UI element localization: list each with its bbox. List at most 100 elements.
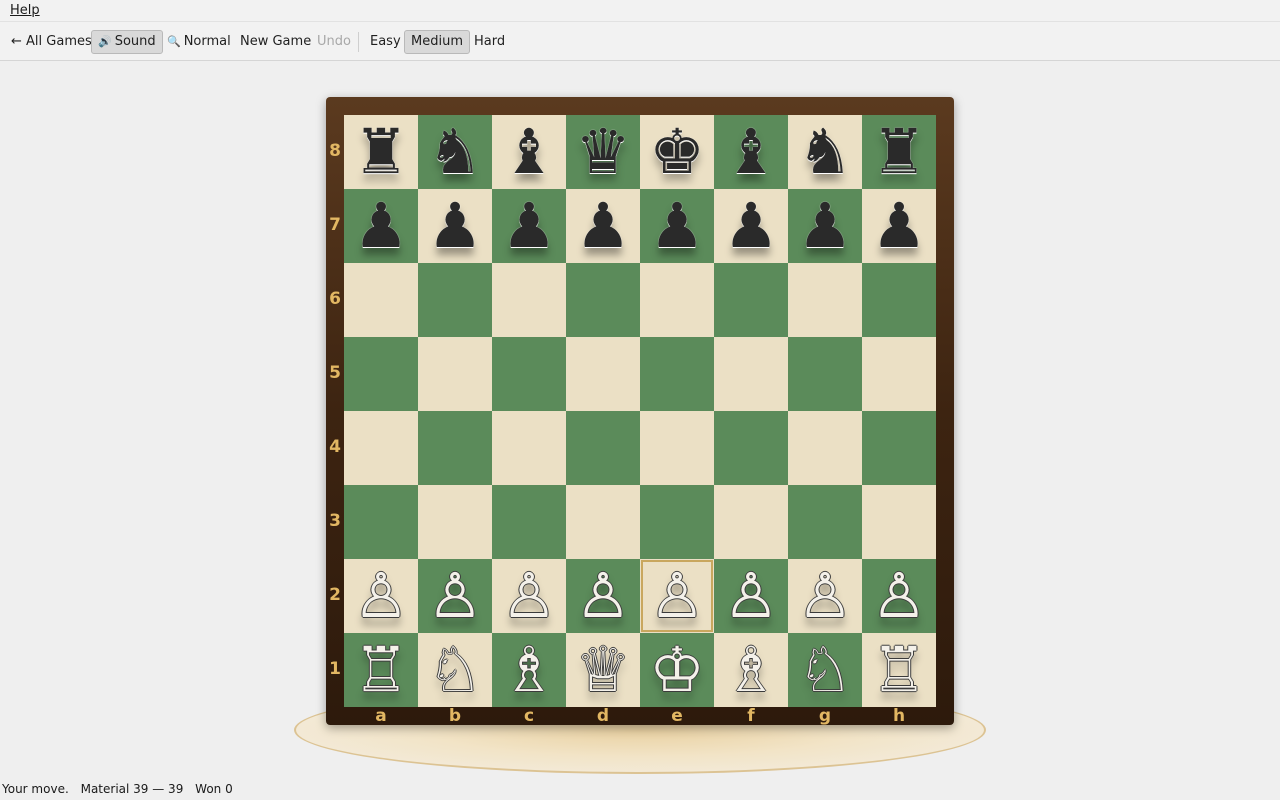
square-f6[interactable] (714, 263, 788, 337)
piece-a7[interactable]: ♟ (344, 189, 418, 263)
square-d3[interactable] (566, 485, 640, 559)
square-c6[interactable] (492, 263, 566, 337)
piece-f1[interactable]: ♗ (714, 633, 788, 707)
square-c3[interactable] (492, 485, 566, 559)
square-e5[interactable] (640, 337, 714, 411)
normal-view-button[interactable]: 🔍 Normal (160, 30, 238, 54)
square-d4[interactable] (566, 411, 640, 485)
undo-button[interactable]: Undo (310, 30, 358, 54)
square-h1[interactable]: ♖ (862, 633, 936, 707)
square-c5[interactable] (492, 337, 566, 411)
square-h5[interactable] (862, 337, 936, 411)
square-f8[interactable]: ♝ (714, 115, 788, 189)
piece-g7[interactable]: ♟ (788, 189, 862, 263)
piece-c1[interactable]: ♗ (492, 633, 566, 707)
square-d7[interactable]: ♟ (566, 189, 640, 263)
difficulty-easy-button[interactable]: Easy (363, 30, 408, 54)
square-f5[interactable] (714, 337, 788, 411)
all-games-button[interactable]: ← All Games (4, 30, 99, 54)
square-a2[interactable]: ♙ (344, 559, 418, 633)
square-c8[interactable]: ♝ (492, 115, 566, 189)
square-c2[interactable]: ♙ (492, 559, 566, 633)
piece-e2[interactable]: ♙ (640, 559, 714, 633)
piece-a1[interactable]: ♖ (344, 633, 418, 707)
square-b8[interactable]: ♞ (418, 115, 492, 189)
square-h7[interactable]: ♟ (862, 189, 936, 263)
square-e6[interactable] (640, 263, 714, 337)
square-h2[interactable]: ♙ (862, 559, 936, 633)
piece-e7[interactable]: ♟ (640, 189, 714, 263)
difficulty-hard-button[interactable]: Hard (467, 30, 512, 54)
square-a6[interactable] (344, 263, 418, 337)
square-d2[interactable]: ♙ (566, 559, 640, 633)
piece-b7[interactable]: ♟ (418, 189, 492, 263)
square-e2[interactable]: ♙ (640, 559, 714, 633)
piece-a2[interactable]: ♙ (344, 559, 418, 633)
square-a4[interactable] (344, 411, 418, 485)
square-a5[interactable] (344, 337, 418, 411)
square-a1[interactable]: ♖ (344, 633, 418, 707)
square-e7[interactable]: ♟ (640, 189, 714, 263)
square-f7[interactable]: ♟ (714, 189, 788, 263)
piece-b8[interactable]: ♞ (418, 115, 492, 189)
square-c4[interactable] (492, 411, 566, 485)
piece-f7[interactable]: ♟ (714, 189, 788, 263)
square-b3[interactable] (418, 485, 492, 559)
square-c7[interactable]: ♟ (492, 189, 566, 263)
piece-c2[interactable]: ♙ (492, 559, 566, 633)
square-g3[interactable] (788, 485, 862, 559)
square-g7[interactable]: ♟ (788, 189, 862, 263)
square-b6[interactable] (418, 263, 492, 337)
piece-h8[interactable]: ♜ (862, 115, 936, 189)
menu-help[interactable]: Help (10, 3, 40, 18)
piece-h2[interactable]: ♙ (862, 559, 936, 633)
piece-d2[interactable]: ♙ (566, 559, 640, 633)
piece-b1[interactable]: ♘ (418, 633, 492, 707)
square-d8[interactable]: ♛ (566, 115, 640, 189)
piece-d1[interactable]: ♕ (566, 633, 640, 707)
square-h6[interactable] (862, 263, 936, 337)
piece-c7[interactable]: ♟ (492, 189, 566, 263)
square-b7[interactable]: ♟ (418, 189, 492, 263)
square-g1[interactable]: ♘ (788, 633, 862, 707)
square-f2[interactable]: ♙ (714, 559, 788, 633)
piece-g2[interactable]: ♙ (788, 559, 862, 633)
piece-d7[interactable]: ♟ (566, 189, 640, 263)
square-e8[interactable]: ♚ (640, 115, 714, 189)
piece-b2[interactable]: ♙ (418, 559, 492, 633)
square-h4[interactable] (862, 411, 936, 485)
piece-e1[interactable]: ♔ (640, 633, 714, 707)
square-b2[interactable]: ♙ (418, 559, 492, 633)
square-a8[interactable]: ♜ (344, 115, 418, 189)
square-g6[interactable] (788, 263, 862, 337)
square-f1[interactable]: ♗ (714, 633, 788, 707)
square-e1[interactable]: ♔ (640, 633, 714, 707)
square-d5[interactable] (566, 337, 640, 411)
piece-d8[interactable]: ♛ (566, 115, 640, 189)
piece-g8[interactable]: ♞ (788, 115, 862, 189)
chess-board[interactable]: ♜ ♞ ♝ ♛ ♚ ♝ ♞ ♜ ♟ ♟ ♟ ♟ ♟ ♟ ♟ ♟ ♙ ♙ ♙ ♙ ♙ ♙ ♙ ♙ ♖ ♘ ♗ ♕ ♔ ♗ ♘ ♖ (344, 115, 936, 707)
square-b1[interactable]: ♘ (418, 633, 492, 707)
piece-a8[interactable]: ♜ (344, 115, 418, 189)
difficulty-medium-button[interactable]: Medium (404, 30, 470, 54)
square-a3[interactable] (344, 485, 418, 559)
square-b4[interactable] (418, 411, 492, 485)
piece-f2[interactable]: ♙ (714, 559, 788, 633)
square-g2[interactable]: ♙ (788, 559, 862, 633)
square-g8[interactable]: ♞ (788, 115, 862, 189)
square-a7[interactable]: ♟ (344, 189, 418, 263)
square-e4[interactable] (640, 411, 714, 485)
square-g5[interactable] (788, 337, 862, 411)
square-b5[interactable] (418, 337, 492, 411)
piece-e8[interactable]: ♚ (640, 115, 714, 189)
new-game-button[interactable]: New Game (233, 30, 318, 54)
square-d6[interactable] (566, 263, 640, 337)
piece-h7[interactable]: ♟ (862, 189, 936, 263)
square-f3[interactable] (714, 485, 788, 559)
piece-f8[interactable]: ♝ (714, 115, 788, 189)
square-c1[interactable]: ♗ (492, 633, 566, 707)
square-g4[interactable] (788, 411, 862, 485)
square-h8[interactable]: ♜ (862, 115, 936, 189)
piece-c8[interactable]: ♝ (492, 115, 566, 189)
piece-g1[interactable]: ♘ (788, 633, 862, 707)
